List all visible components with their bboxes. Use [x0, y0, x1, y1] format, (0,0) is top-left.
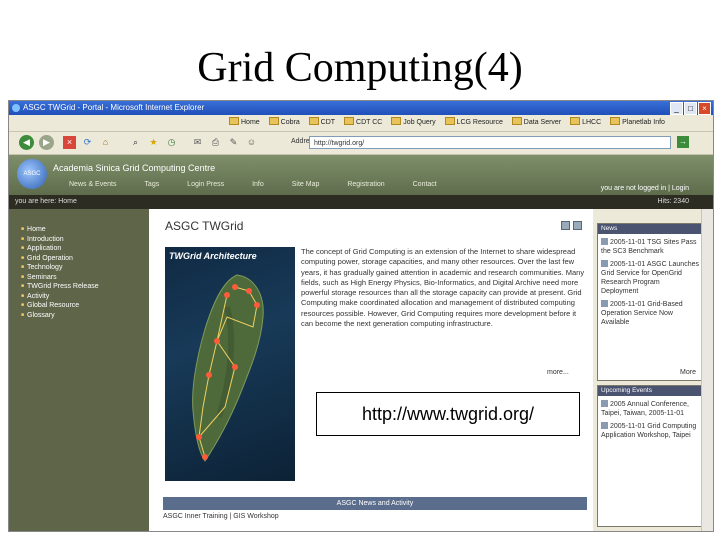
sidebar-item-application[interactable]: Application: [21, 244, 149, 254]
minimize-button[interactable]: _: [670, 102, 683, 115]
link-item[interactable]: Job Query: [391, 115, 435, 131]
stop-icon[interactable]: ×: [63, 136, 76, 149]
sidebar-item-press-release[interactable]: TWGrid Press Release: [21, 282, 149, 292]
maximize-button[interactable]: □: [684, 102, 697, 115]
topnav-item[interactable]: Tags: [144, 181, 159, 188]
edit-icon[interactable]: ✎: [227, 136, 240, 149]
taiwan-map-graphic: [192, 274, 264, 462]
links-bar: Home Cobra CDT CDT CC Job Query LCG Reso…: [9, 115, 713, 132]
events-panel: Upcoming Events 2005 Annual Conference, …: [597, 385, 703, 527]
link-item[interactable]: LCG Resource: [445, 115, 503, 131]
link-item[interactable]: CDT: [309, 115, 335, 131]
sidebar-item-technology[interactable]: Technology: [21, 263, 149, 273]
event-item[interactable]: 2005-11-01 Grid Computing Application Wo…: [598, 418, 702, 440]
main-title: ASGC TWGrid: [165, 219, 244, 233]
link-item[interactable]: Cobra: [269, 115, 300, 131]
browser-window: ASGC TWGrid - Portal - Microsoft Interne…: [8, 100, 714, 532]
back-icon[interactable]: ◀: [19, 135, 34, 150]
site-name: Academia Sinica Grid Computing Centre: [53, 163, 216, 173]
email-page-icon[interactable]: [573, 221, 582, 230]
topnav-item[interactable]: Site Map: [292, 181, 320, 188]
link-item[interactable]: LHCC: [570, 115, 601, 131]
news-item[interactable]: 2005-11-01 TSG Sites Pass the SC3 Benchm…: [598, 234, 702, 256]
link-item[interactable]: CDT CC: [344, 115, 382, 131]
event-item[interactable]: 2005 Annual Conference, Taipei, Taiwan, …: [598, 396, 702, 418]
news-more-link[interactable]: More: [680, 369, 696, 376]
link-item[interactable]: Data Server: [512, 115, 561, 131]
more-link[interactable]: more...: [547, 369, 569, 376]
topnav-item[interactable]: Contact: [413, 181, 437, 188]
home-icon[interactable]: ⌂: [99, 136, 112, 149]
link-item[interactable]: Home: [229, 115, 260, 131]
go-button[interactable]: →: [677, 136, 689, 148]
navigation-toolbar: ◀ ▶ × ⟳ ⌂ ⌕ ★ ◷ ✉ ⎙ ✎ ☺ Address http://t…: [9, 132, 713, 155]
news-panel-header: News: [598, 224, 702, 234]
favorites-icon[interactable]: ★: [147, 136, 160, 149]
sidebar-item-grid-operation[interactable]: Grid Operation: [21, 254, 149, 264]
topnav-item[interactable]: News & Events: [69, 181, 116, 188]
window-title: ASGC TWGrid - Portal - Microsoft Interne…: [23, 103, 205, 112]
user-status[interactable]: you are not logged in | Login: [601, 185, 689, 192]
sidebar-item-home[interactable]: Home: [21, 225, 149, 235]
right-column: News 2005-11-01 TSG Sites Pass the SC3 B…: [593, 209, 713, 531]
top-navigation: News & Events Tags Login Press Info Site…: [69, 181, 463, 188]
news-panel: News 2005-11-01 TSG Sites Pass the SC3 B…: [597, 223, 703, 381]
news-activity-item[interactable]: ASGC Inner Training | GIS Workshop: [163, 513, 587, 520]
close-button[interactable]: ×: [698, 102, 711, 115]
mail-icon[interactable]: ✉: [191, 136, 204, 149]
news-item[interactable]: 2005-11-01 Grid-Based Operation Service …: [598, 296, 702, 327]
sidebar-item-glossary[interactable]: Glossary: [21, 311, 149, 321]
slide-title: Grid Computing(4): [197, 45, 523, 91]
search-icon[interactable]: ⌕: [129, 136, 142, 149]
news-item[interactable]: 2005-11-01 ASGC Launches Grid Service fo…: [598, 256, 702, 296]
messenger-icon[interactable]: ☺: [245, 136, 258, 149]
news-activity-header: ASGC News and Activity: [163, 497, 587, 510]
sidebar-item-activity[interactable]: Activity: [21, 292, 149, 302]
intro-paragraph: The concept of Grid Computing is an exte…: [301, 247, 585, 329]
breadcrumb: you are here: Home: [15, 198, 77, 205]
sidebar-item-introduction[interactable]: Introduction: [21, 235, 149, 245]
vertical-scrollbar[interactable]: [701, 209, 713, 531]
hit-counter: Hits: 2340: [657, 198, 689, 205]
print-page-icon[interactable]: [561, 221, 570, 230]
history-icon[interactable]: ◷: [165, 136, 178, 149]
link-item[interactable]: Planetlab Info: [610, 115, 665, 131]
topnav-item[interactable]: Registration: [347, 181, 384, 188]
main-content: ASGC TWGrid TWGrid Architecture The conc…: [149, 209, 593, 531]
address-input[interactable]: http://twgrid.org/: [309, 136, 671, 149]
refresh-icon[interactable]: ⟳: [81, 136, 94, 149]
sidebar-item-seminars[interactable]: Seminars: [21, 273, 149, 283]
sidebar: Home Introduction Application Grid Opera…: [9, 209, 149, 531]
sidebar-item-global-resource[interactable]: Global Resource: [21, 301, 149, 311]
print-icon[interactable]: ⎙: [209, 136, 222, 149]
topnav-item[interactable]: Info: [252, 181, 264, 188]
topnav-item[interactable]: Login Press: [187, 181, 224, 188]
asgc-logo: ASGC: [17, 159, 47, 189]
events-panel-header: Upcoming Events: [598, 386, 702, 396]
forward-icon[interactable]: ▶: [39, 135, 54, 150]
breadcrumb-bar: you are here: Home Hits: 2340: [9, 195, 713, 209]
url-callout: http://www.twgrid.org/: [316, 392, 580, 436]
ie-icon: [12, 104, 20, 112]
window-titlebar: ASGC TWGrid - Portal - Microsoft Interne…: [9, 101, 713, 115]
taiwan-grid-map: TWGrid Architecture: [165, 247, 295, 481]
map-title: TWGrid Architecture: [169, 251, 257, 261]
